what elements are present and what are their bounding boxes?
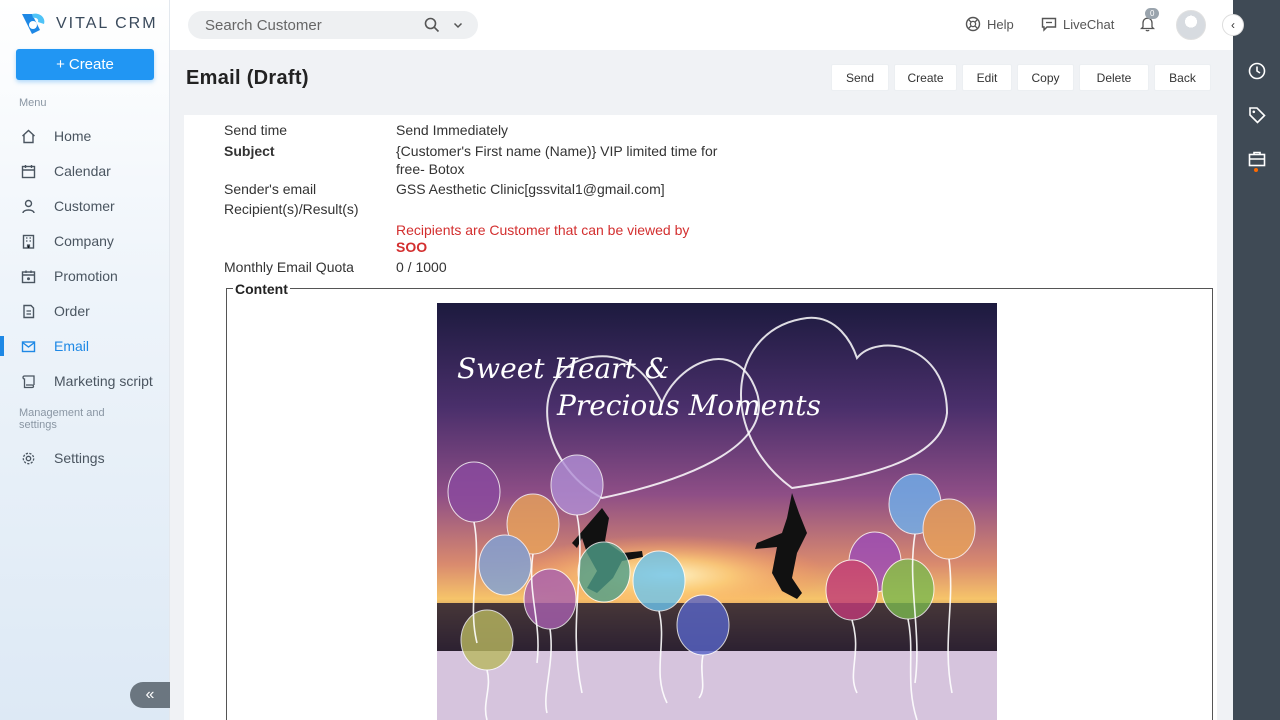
sidebar-item-calendar[interactable]: Calendar bbox=[0, 154, 170, 188]
sidebar-item-settings[interactable]: Settings bbox=[0, 441, 170, 475]
sender-email-label: Sender's email bbox=[224, 181, 317, 197]
livechat-label: LiveChat bbox=[1063, 16, 1115, 32]
subject-value: {Customer's First name (Name)} VIP limit… bbox=[396, 143, 718, 177]
sender-email-value: GSS Aesthetic Clinic[gssvital1@gmail.com… bbox=[396, 181, 665, 197]
chevron-down-icon[interactable] bbox=[452, 18, 464, 34]
back-button[interactable]: Back bbox=[1154, 64, 1211, 91]
notification-badge: 0 bbox=[1145, 8, 1160, 19]
email-quota-label: Monthly Email Quota bbox=[224, 259, 354, 275]
double-chevron-left-icon: « bbox=[145, 686, 155, 703]
home-icon bbox=[21, 129, 36, 144]
sidebar-item-email[interactable]: Email bbox=[0, 329, 170, 363]
email-image-text-line2: Precious Moments bbox=[556, 389, 821, 422]
search-icon[interactable] bbox=[424, 17, 440, 36]
email-content-image: Sweet Heart & Precious Moments bbox=[437, 303, 997, 720]
briefcase-icon[interactable] bbox=[1247, 149, 1267, 169]
gear-icon bbox=[21, 451, 36, 466]
help-link[interactable]: Help bbox=[965, 16, 1014, 32]
clock-icon[interactable] bbox=[1247, 61, 1267, 81]
user-icon bbox=[21, 199, 36, 214]
delete-button[interactable]: Delete bbox=[1079, 64, 1149, 91]
avatar[interactable] bbox=[1176, 10, 1206, 40]
email-quota-value: 0 / 1000 bbox=[396, 259, 447, 275]
recipients-note: Recipients are Customer that can be view… bbox=[396, 222, 690, 238]
email-image-text-line1: Sweet Heart & bbox=[457, 352, 670, 385]
script-icon bbox=[21, 374, 36, 389]
search-box bbox=[188, 11, 478, 39]
sidebar-item-customer[interactable]: Customer bbox=[0, 189, 170, 223]
building-icon bbox=[21, 234, 36, 249]
logo-icon bbox=[22, 13, 45, 34]
top-bar: Help LiveChat 0 bbox=[170, 0, 1233, 50]
search-input[interactable] bbox=[205, 16, 415, 34]
send-time-value: Send Immediately bbox=[396, 122, 509, 138]
sidebar-item-company[interactable]: Company bbox=[0, 224, 170, 258]
help-icon bbox=[965, 16, 981, 32]
create-button[interactable]: + Create bbox=[16, 49, 154, 80]
send-button[interactable]: Send bbox=[831, 64, 889, 91]
edit-button[interactable]: Edit bbox=[962, 64, 1012, 91]
sidebar-item-promotion[interactable]: Promotion bbox=[0, 259, 170, 293]
subject-label: Subject bbox=[224, 143, 275, 159]
sidebar-item-order[interactable]: Order bbox=[0, 294, 170, 328]
sidebar-item-label: Company bbox=[54, 233, 114, 249]
recipients-owner: SOO bbox=[396, 239, 428, 255]
action-bar: Send Create Edit Copy Delete Back bbox=[831, 64, 1211, 91]
sidebar-item-label: Home bbox=[54, 128, 92, 144]
brand-logo[interactable]: VITAL CRM bbox=[18, 10, 158, 38]
sidebar-item-label: Order bbox=[54, 303, 90, 319]
calendar-icon bbox=[21, 164, 36, 179]
create-button-label: Create bbox=[68, 56, 114, 73]
brand-name: VITAL CRM bbox=[56, 15, 158, 32]
chat-icon bbox=[1041, 17, 1057, 32]
rail-notification-dot bbox=[1254, 168, 1258, 172]
create-email-button[interactable]: Create bbox=[894, 64, 957, 91]
email-artwork: Sweet Heart & Precious Moments bbox=[437, 303, 997, 720]
sidebar-item-label: Settings bbox=[54, 450, 105, 466]
plus-icon: + bbox=[56, 56, 65, 73]
promotion-icon bbox=[21, 269, 36, 284]
sidebar-item-marketing-script[interactable]: Marketing script bbox=[0, 364, 170, 398]
collapse-sidebar-button[interactable]: « bbox=[130, 682, 170, 708]
sidebar-item-label: Promotion bbox=[54, 268, 118, 284]
sidebar-item-label: Marketing script bbox=[54, 373, 153, 389]
chevron-left-icon: ‹ bbox=[1231, 18, 1235, 32]
rail-toggle-button[interactable]: ‹ bbox=[1222, 14, 1244, 36]
menu-section-label: Menu bbox=[19, 97, 47, 109]
copy-button[interactable]: Copy bbox=[1017, 64, 1074, 91]
management-section-label: Management and settings bbox=[19, 407, 105, 431]
page-title: Email (Draft) bbox=[186, 67, 309, 89]
sidebar-item-label: Customer bbox=[54, 198, 115, 214]
content-label: Content bbox=[233, 281, 290, 297]
recipients-label: Recipient(s)/Result(s) bbox=[224, 201, 359, 217]
sidebar-item-home[interactable]: Home bbox=[0, 119, 170, 153]
mail-icon bbox=[21, 339, 36, 354]
send-time-label: Send time bbox=[224, 122, 288, 138]
order-icon bbox=[21, 304, 36, 319]
sidebar: VITAL CRM + Create Menu Home Calendar Cu… bbox=[0, 0, 170, 720]
sidebar-item-label: Calendar bbox=[54, 163, 111, 179]
sidebar-item-label: Email bbox=[54, 338, 90, 354]
livechat-link[interactable]: LiveChat bbox=[1041, 16, 1114, 32]
tag-icon[interactable] bbox=[1247, 105, 1267, 125]
help-label: Help bbox=[987, 16, 1014, 32]
